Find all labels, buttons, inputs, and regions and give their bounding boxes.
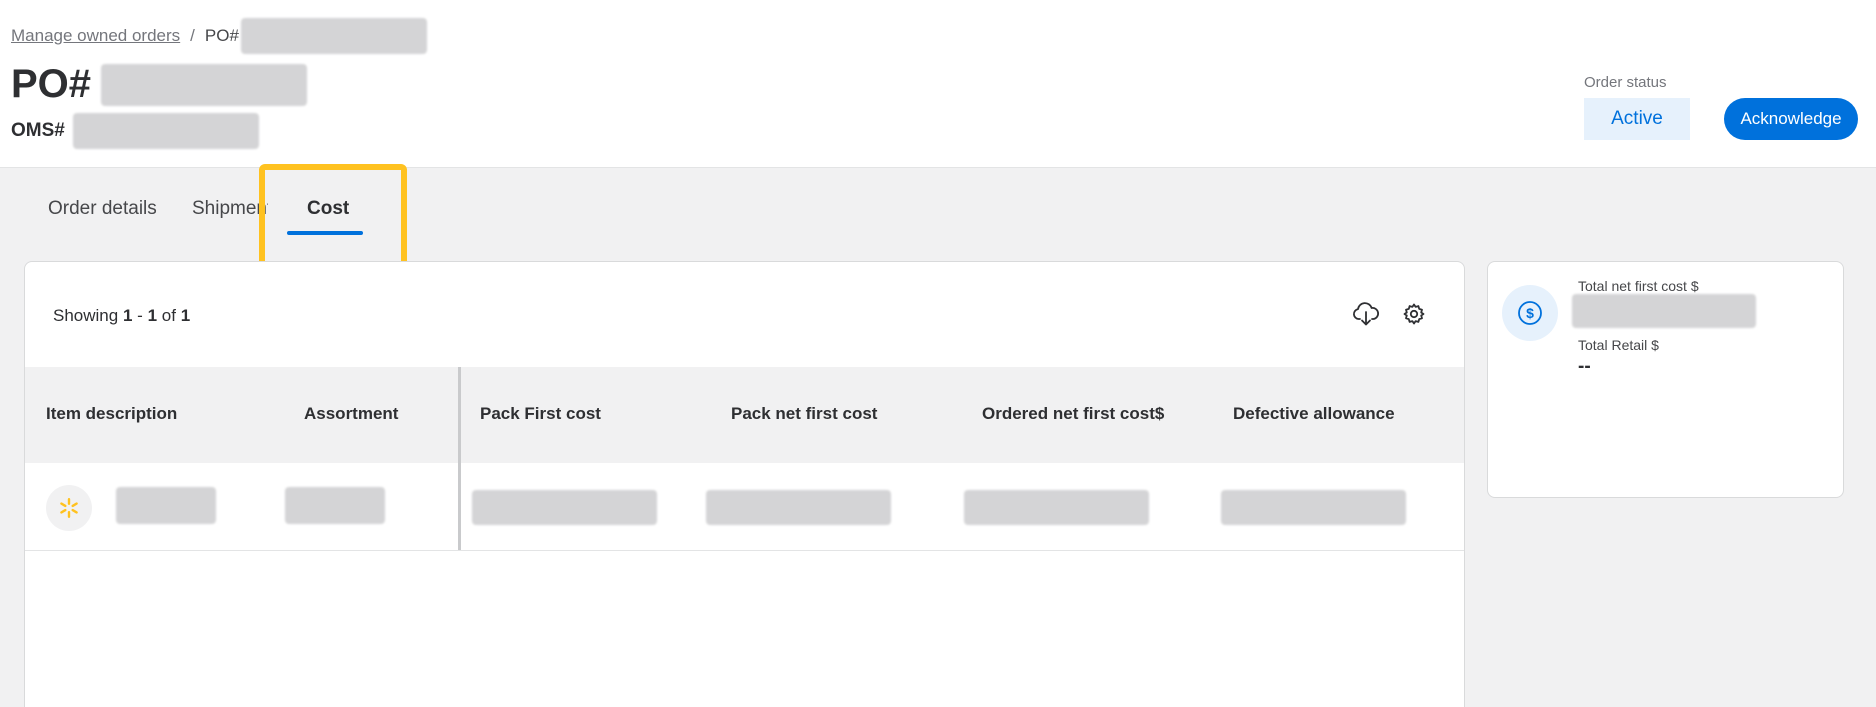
defective-allowance-redacted	[1221, 490, 1406, 525]
ordered-net-first-cost-redacted	[964, 490, 1149, 525]
breadcrumb: Manage owned orders / PO#	[11, 18, 427, 54]
acknowledge-button[interactable]: Acknowledge	[1724, 98, 1858, 140]
showing-to: 1	[147, 306, 158, 325]
item-thumbnail	[46, 485, 92, 531]
pack-first-cost-redacted	[472, 490, 657, 525]
order-status-badge: Active	[1584, 98, 1690, 140]
page-header: Manage owned orders / PO# PO# OMS# Order…	[0, 0, 1876, 168]
col-defective-allowance[interactable]: Defective allowance	[1233, 404, 1395, 424]
breadcrumb-separator: /	[190, 26, 195, 45]
settings-button[interactable]	[1398, 298, 1430, 330]
cloud-download-icon	[1353, 302, 1380, 326]
frozen-column-divider	[458, 367, 461, 550]
breadcrumb-po-number-redacted	[240, 18, 427, 54]
po-number-redacted	[101, 63, 308, 106]
assortment-redacted	[285, 487, 385, 524]
oms-prefix: OMS#	[11, 120, 65, 141]
showing-total: 1	[180, 306, 191, 325]
cost-summary-card: $ Total net first cost $ Total Retail $ …	[1487, 261, 1844, 498]
svg-text:$: $	[1526, 305, 1534, 321]
page-title: PO#	[11, 62, 308, 107]
total-net-first-cost-redacted	[1572, 294, 1756, 328]
breadcrumb-current-prefix: PO#	[204, 26, 239, 45]
total-retail-label: Total Retail $	[1578, 337, 1659, 353]
showing-from: 1	[122, 306, 133, 325]
pack-net-first-cost-redacted	[706, 490, 891, 525]
page-title-prefix: PO#	[11, 62, 92, 106]
col-pack-net-first-cost[interactable]: Pack net first cost	[731, 404, 877, 424]
download-button[interactable]	[1350, 298, 1382, 330]
showing-of: of	[161, 306, 176, 325]
total-retail-value: --	[1578, 356, 1591, 377]
dollar-icon: $	[1518, 301, 1542, 325]
item-description-redacted	[116, 487, 216, 524]
col-item-description[interactable]: Item description	[46, 404, 177, 424]
cost-table-card: Showing 1 - 1 of 1 Item description Asso…	[24, 261, 1465, 707]
gear-icon	[1403, 303, 1425, 325]
total-net-first-cost-label: Total net first cost $	[1578, 278, 1699, 294]
oms-number: OMS#	[11, 113, 259, 149]
cost-tab-highlight	[259, 164, 407, 267]
col-pack-first-cost[interactable]: Pack First cost	[480, 404, 601, 424]
dollar-badge: $	[1502, 285, 1558, 341]
showing-dash: -	[137, 306, 143, 325]
order-status-label: Order status	[1584, 74, 1667, 91]
spark-icon	[60, 498, 78, 518]
tab-shipments[interactable]: Shipments	[192, 198, 268, 220]
tab-order-details[interactable]: Order details	[48, 198, 157, 220]
results-count: Showing 1 - 1 of 1	[53, 306, 190, 326]
col-ordered-net-first-cost[interactable]: Ordered net first cost$	[982, 404, 1164, 424]
table-row[interactable]	[25, 463, 1464, 551]
breadcrumb-manage-orders-link[interactable]: Manage owned orders	[11, 26, 180, 46]
table-header: Item description Assortment Pack First c…	[25, 367, 1464, 463]
showing-prefix: Showing	[53, 306, 119, 325]
col-assortment[interactable]: Assortment	[304, 404, 398, 424]
oms-number-redacted	[72, 113, 259, 149]
